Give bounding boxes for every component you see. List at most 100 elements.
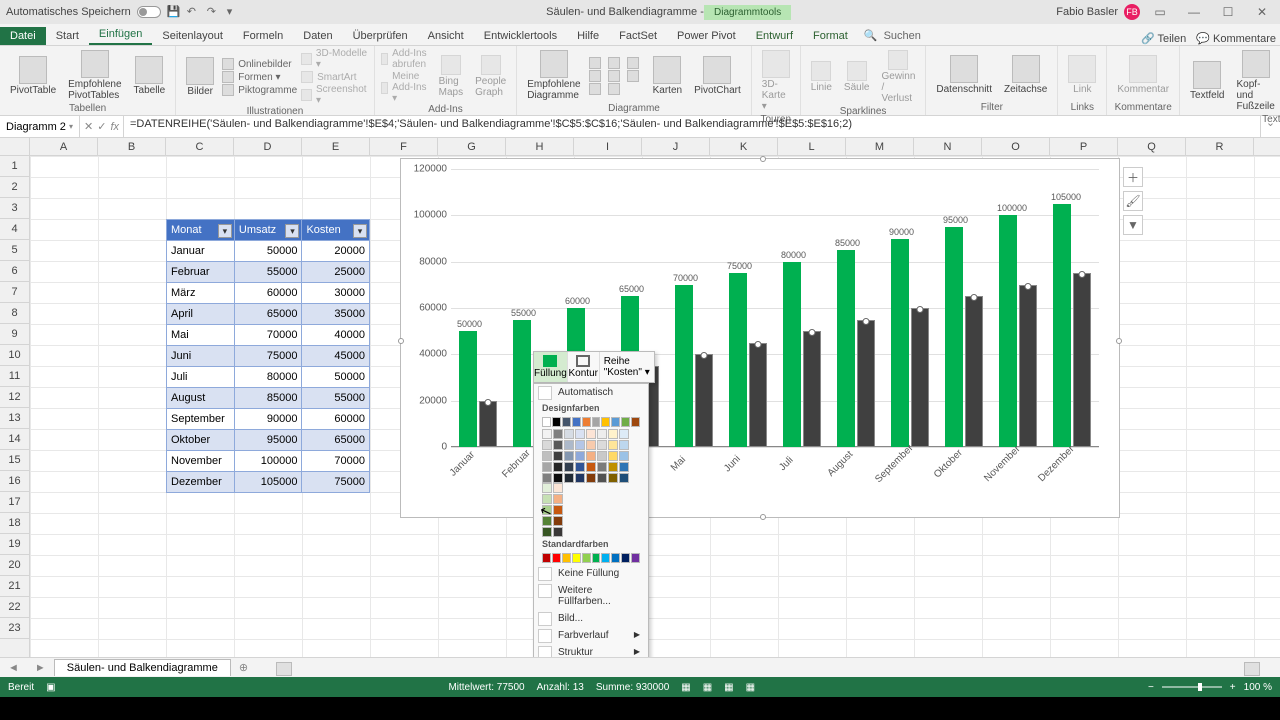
header-footer-button[interactable]: Kopf- und Fußzeile (1233, 48, 1279, 114)
share-button[interactable]: 🔗 Teilen (1141, 32, 1186, 45)
tab-pagelayout[interactable]: Seitenlayout (152, 27, 233, 45)
tab-data[interactable]: Daten (293, 27, 342, 45)
zoom-level[interactable]: 100 % (1244, 682, 1272, 693)
color-swatch[interactable] (608, 429, 618, 439)
color-swatch[interactable] (608, 462, 618, 472)
textbox-button[interactable]: Textfeld (1186, 59, 1228, 103)
series-selector[interactable]: Reihe "Kosten" ▾ (600, 352, 654, 382)
row-10[interactable]: 10 (0, 345, 29, 366)
color-swatch[interactable] (562, 417, 571, 427)
row-headers[interactable]: 1234567891011121314151617181920212223 (0, 156, 30, 657)
tab-review[interactable]: Überprüfen (343, 27, 418, 45)
col-C[interactable]: C (166, 138, 234, 155)
color-swatch[interactable] (586, 451, 596, 461)
tab-view[interactable]: Ansicht (418, 27, 474, 45)
data-table[interactable]: Monat Umsatz Kosten Januar5000020000Febr… (166, 219, 370, 493)
qat-customize-icon[interactable]: ▾ (227, 5, 241, 19)
cell[interactable]: August (167, 388, 235, 409)
bar-umsatz[interactable] (999, 215, 1017, 447)
color-swatch[interactable] (542, 451, 552, 461)
outline-button[interactable]: Kontur (568, 352, 600, 382)
color-swatch[interactable] (582, 417, 591, 427)
cell[interactable]: Februar (167, 262, 235, 283)
color-swatch[interactable] (608, 440, 618, 450)
color-swatch[interactable] (619, 440, 629, 450)
cell[interactable]: November (167, 451, 235, 472)
color-swatch[interactable] (552, 417, 561, 427)
tab-start[interactable]: Start (46, 27, 89, 45)
bar-kosten[interactable] (965, 296, 983, 447)
cell[interactable]: Mai (167, 325, 235, 346)
search-label[interactable]: Suchen (884, 27, 921, 45)
cell[interactable]: 95000 (234, 430, 302, 451)
color-swatch[interactable] (553, 494, 563, 504)
col-L[interactable]: L (778, 138, 846, 155)
cell[interactable]: Dezember (167, 472, 235, 493)
color-swatch[interactable] (601, 417, 610, 427)
view-normal-icon[interactable]: ▦ (703, 682, 712, 693)
color-swatch[interactable] (582, 553, 591, 563)
bar-umsatz[interactable] (1053, 204, 1071, 447)
color-swatch[interactable] (572, 553, 581, 563)
row-19[interactable]: 19 (0, 534, 29, 555)
color-swatch[interactable] (542, 553, 551, 563)
sheet-tab-active[interactable]: Säulen- und Balkendiagramme (54, 659, 231, 676)
cell[interactable]: 40000 (302, 325, 370, 346)
color-swatch[interactable] (592, 553, 601, 563)
color-swatch[interactable] (586, 462, 596, 472)
color-swatch[interactable] (564, 462, 574, 472)
col-M[interactable]: M (846, 138, 914, 155)
color-swatch[interactable] (619, 462, 629, 472)
chart-styles-button[interactable]: 🖌 (1123, 191, 1143, 211)
color-swatch[interactable] (542, 527, 552, 537)
th-umsatz[interactable]: Umsatz (234, 220, 302, 241)
maximize-button[interactable]: ☐ (1214, 3, 1242, 21)
row-4[interactable]: 4 (0, 219, 29, 240)
sparkline-winloss-button[interactable]: Gewinn / Verlust (877, 48, 919, 106)
color-swatch[interactable] (553, 440, 563, 450)
row-7[interactable]: 7 (0, 282, 29, 303)
my-addins-button[interactable]: Meine Add-Ins ▾ (381, 71, 431, 104)
color-swatch[interactable] (575, 429, 585, 439)
screenshot-button[interactable]: Screenshot ▾ (301, 84, 368, 106)
macro-record-icon[interactable]: ▣ (46, 682, 55, 693)
zoom-out-icon[interactable]: − (1148, 682, 1154, 693)
color-swatch[interactable] (562, 553, 571, 563)
color-swatch[interactable] (575, 473, 585, 483)
bar-kosten[interactable] (695, 354, 713, 447)
cell[interactable]: 55000 (234, 262, 302, 283)
redo-icon[interactable]: ↷ (207, 5, 221, 19)
minimize-button[interactable]: — (1180, 3, 1208, 21)
row-12[interactable]: 12 (0, 387, 29, 408)
chart-map-icon[interactable] (589, 83, 601, 95)
cell[interactable]: 50000 (302, 367, 370, 388)
tab-insert[interactable]: Einfügen (89, 25, 152, 45)
bar-kosten[interactable] (803, 331, 821, 447)
cell[interactable]: 75000 (234, 346, 302, 367)
bar-umsatz[interactable] (513, 320, 531, 447)
col-I[interactable]: I (574, 138, 642, 155)
cell[interactable]: 80000 (234, 367, 302, 388)
color-swatch[interactable] (553, 451, 563, 461)
ribbon-options-icon[interactable]: ▭ (1146, 3, 1174, 21)
cell[interactable]: 90000 (234, 409, 302, 430)
chart-bar-icon[interactable] (589, 57, 601, 69)
row-18[interactable]: 18 (0, 513, 29, 534)
sparkline-line-button[interactable]: Linie (807, 59, 836, 95)
color-swatch[interactable] (553, 462, 563, 472)
color-swatch[interactable] (597, 473, 607, 483)
color-swatch[interactable] (597, 451, 607, 461)
cell[interactable]: 100000 (234, 451, 302, 472)
bar-umsatz[interactable] (783, 262, 801, 447)
color-swatch[interactable] (597, 462, 607, 472)
recommended-pivot-button[interactable]: Empfohlene PivotTables (64, 48, 125, 103)
color-swatch[interactable] (542, 462, 552, 472)
chart-scatter-icon[interactable] (627, 70, 639, 82)
color-swatch[interactable] (608, 451, 618, 461)
chart-filter-button[interactable]: ▼ (1123, 215, 1143, 235)
color-swatch[interactable] (611, 553, 620, 563)
fx-confirm-icon[interactable]: ✓ (97, 120, 106, 133)
color-swatch[interactable] (586, 429, 596, 439)
bar-kosten[interactable] (911, 308, 929, 447)
col-D[interactable]: D (234, 138, 302, 155)
